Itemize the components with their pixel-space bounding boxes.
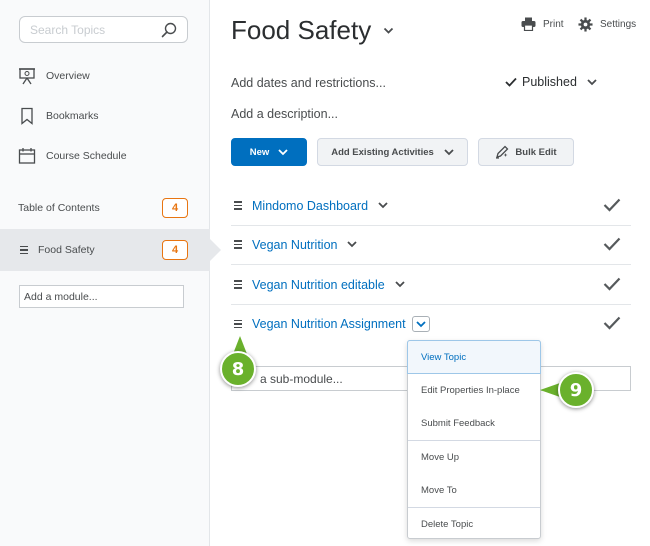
calendar-icon <box>18 148 36 164</box>
published-dropdown[interactable]: Published <box>505 75 597 89</box>
callout-badge: 8 <box>220 351 256 387</box>
search-input[interactable] <box>30 17 160 42</box>
new-button-label: New <box>249 146 270 158</box>
drag-handle-icon[interactable] <box>234 238 242 251</box>
drag-handle-icon[interactable] <box>20 244 28 257</box>
add-module-input[interactable]: Add a module... <box>19 285 184 308</box>
topic-link[interactable]: Vegan Nutrition Assignment <box>252 317 406 331</box>
search-box[interactable] <box>19 16 188 43</box>
active-indicator <box>210 239 221 261</box>
chevron-down-icon[interactable] <box>395 281 405 288</box>
presentation-icon <box>19 68 35 85</box>
search-icon[interactable] <box>161 22 177 38</box>
menu-item-delete-topic[interactable]: Delete Topic <box>408 508 540 541</box>
chevron-down-icon[interactable] <box>383 27 394 35</box>
chevron-down-icon[interactable] <box>347 241 358 248</box>
drag-handle-icon[interactable] <box>234 199 242 212</box>
bulk-edit-label: Bulk Edit <box>515 146 557 158</box>
nav-bookmarks-label: Bookmarks <box>46 110 99 122</box>
topic-menu-button[interactable] <box>411 316 430 332</box>
chevron-down-icon <box>587 78 597 85</box>
chevron-down-icon <box>444 148 454 155</box>
menu-item-move-to[interactable]: Move To <box>408 474 540 507</box>
topic-link[interactable]: Vegan Nutrition editable <box>252 278 385 292</box>
module-count-badge: 4 <box>162 240 188 260</box>
topic-context-menu: View Topic Edit Properties In-place Subm… <box>407 340 541 539</box>
check-icon <box>505 77 517 87</box>
menu-item-move-up[interactable]: Move Up <box>408 441 540 474</box>
menu-item-view-topic[interactable]: View Topic <box>407 340 541 374</box>
nav-bookmarks[interactable]: Bookmarks <box>18 104 99 128</box>
nav-course-schedule[interactable]: Course Schedule <box>18 144 127 168</box>
bulk-edit-button[interactable]: Bulk Edit <box>478 138 574 166</box>
nav-overview-label: Overview <box>46 70 90 82</box>
toc-label: Table of Contents <box>18 202 100 214</box>
callout-pointer <box>540 383 560 397</box>
gear-icon <box>578 17 593 32</box>
module-label: Food Safety <box>38 244 95 256</box>
bookmark-icon <box>21 107 33 125</box>
print-button[interactable]: Print <box>521 17 564 31</box>
settings-label: Settings <box>600 19 637 30</box>
check-icon <box>603 237 621 251</box>
topic-link[interactable]: Vegan Nutrition <box>252 238 337 252</box>
check-icon <box>603 198 621 212</box>
chevron-down-icon <box>415 320 426 327</box>
chevron-down-icon[interactable] <box>378 202 388 209</box>
add-existing-label: Add Existing Activities <box>331 146 434 158</box>
topic-row[interactable]: Mindomo Dashboard <box>231 186 631 226</box>
callout-badge: 9 <box>558 372 594 408</box>
add-dates-link[interactable]: Add dates and restrictions... <box>231 76 386 90</box>
page-title[interactable]: Food Safety <box>231 15 394 46</box>
table-of-contents[interactable]: Table of Contents 4 <box>0 196 210 220</box>
new-button[interactable]: New <box>231 138 307 166</box>
nav-course-schedule-label: Course Schedule <box>46 150 127 162</box>
toc-count-badge: 4 <box>162 198 188 218</box>
chevron-down-icon <box>278 148 288 155</box>
drag-handle-icon[interactable] <box>234 278 242 291</box>
nav-overview[interactable]: Overview <box>18 64 90 88</box>
module-food-safety[interactable]: Food Safety 4 <box>0 229 221 271</box>
pencil-icon <box>496 145 509 159</box>
check-icon <box>603 316 621 330</box>
topic-row[interactable]: Vegan Nutrition <box>231 225 631 265</box>
check-icon <box>603 277 621 291</box>
printer-icon <box>521 17 536 31</box>
menu-item-edit-properties[interactable]: Edit Properties In-place <box>408 374 540 407</box>
menu-item-submit-feedback[interactable]: Submit Feedback <box>408 407 540 440</box>
sidebar: Overview Bookmarks Course Schedule Table… <box>0 0 221 546</box>
print-label: Print <box>543 18 564 30</box>
published-label: Published <box>522 75 577 89</box>
topic-link[interactable]: Mindomo Dashboard <box>252 199 368 213</box>
topic-row[interactable]: Vegan Nutrition Assignment <box>231 304 631 344</box>
topic-row[interactable]: Vegan Nutrition editable <box>231 265 631 305</box>
settings-button[interactable]: Settings <box>578 17 636 32</box>
add-existing-activities-button[interactable]: Add Existing Activities <box>317 138 468 166</box>
add-description-link[interactable]: Add a description... <box>231 107 338 121</box>
drag-handle-icon[interactable] <box>234 318 242 331</box>
page-title-text: Food Safety <box>231 15 372 45</box>
